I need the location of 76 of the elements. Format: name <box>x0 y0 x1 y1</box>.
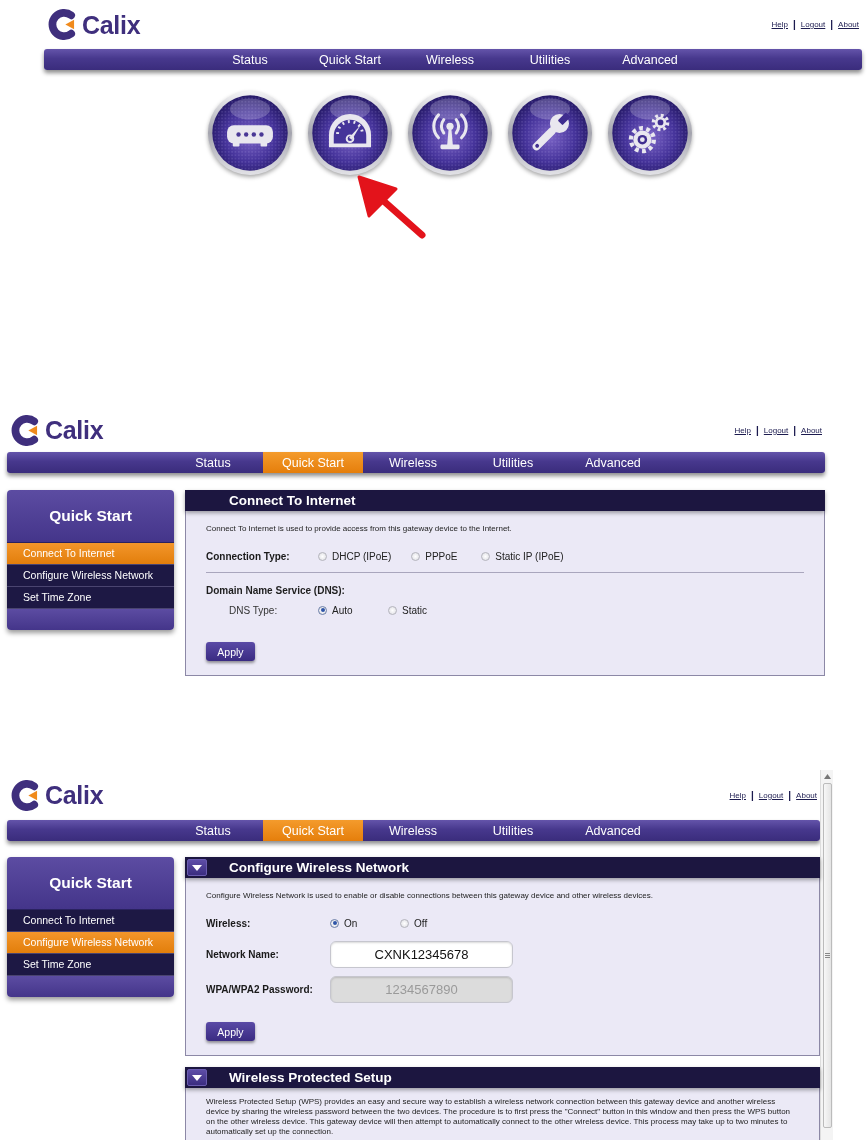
sidebar-item[interactable]: Connect To Internet <box>7 910 174 932</box>
header-link[interactable]: Help <box>729 790 746 800</box>
radio-button[interactable] <box>330 918 339 928</box>
panel-description: Connect To Internet is used to provide access from this gateway device to the Internet. <box>206 524 513 534</box>
radio-button[interactable] <box>411 551 421 561</box>
header-link[interactable]: About <box>796 790 817 800</box>
nav-tab[interactable]: Advanced <box>600 49 700 70</box>
logo-text: Calix <box>82 9 141 40</box>
link-separator: | <box>788 789 792 801</box>
scrollbar-thumb[interactable] <box>822 783 832 1128</box>
nav-tab[interactable]: Utilities <box>463 452 563 473</box>
text-field[interactable]: CXNK12345678 <box>330 941 513 968</box>
nav-tab[interactable]: Wireless <box>400 49 500 70</box>
radio-label: PPPoE <box>425 550 458 562</box>
sidebar-title: Quick Start <box>7 857 174 910</box>
nav-tab[interactable]: Utilities <box>500 49 600 70</box>
radio-label: Static <box>402 604 427 616</box>
nav-tab[interactable]: Wireless <box>363 820 463 841</box>
header-link[interactable]: Logout <box>763 425 789 435</box>
radio-button[interactable] <box>318 551 327 561</box>
nav-tab[interactable]: Advanced <box>563 820 663 841</box>
sidebar-title: Quick Start <box>7 490 174 543</box>
nav-tab[interactable]: Quick Start <box>300 49 400 70</box>
nav-tab[interactable]: Status <box>163 820 263 841</box>
collapse-button[interactable] <box>187 1069 207 1086</box>
apply-button[interactable]: Apply <box>206 642 255 661</box>
header-link[interactable]: Logout <box>758 790 784 800</box>
field-label: WPA/WPA2 Password: <box>206 984 314 995</box>
link-separator: | <box>793 424 797 436</box>
sidebar-item[interactable]: Set Time Zone <box>7 954 174 976</box>
panel-title: Wireless Protected Setup <box>229 1070 392 1085</box>
logo-text: Calix <box>45 780 104 810</box>
header-link[interactable]: About <box>838 20 859 29</box>
nav-tab[interactable]: Utilities <box>463 820 563 841</box>
field-label: Connection Type: <box>206 550 291 562</box>
radio-label: DHCP (IPoE) <box>332 550 392 562</box>
nav-tab[interactable]: Status <box>163 452 263 473</box>
nav-tab[interactable]: Advanced <box>563 452 663 473</box>
radio-button[interactable] <box>400 918 409 928</box>
section-heading: Domain Name Service (DNS): <box>206 583 346 598</box>
panel-title: Configure Wireless Network <box>229 860 409 875</box>
radio-label: Auto <box>332 604 353 616</box>
header-link[interactable]: Help <box>771 20 788 29</box>
gears-icon[interactable] <box>607 90 693 176</box>
link-separator: | <box>756 424 759 436</box>
field-label: Wireless: <box>206 917 252 929</box>
gauge-icon[interactable] <box>307 90 393 176</box>
header-link[interactable]: About <box>801 425 822 435</box>
nav-tab[interactable]: Status <box>200 49 300 70</box>
radio-button[interactable] <box>388 605 397 615</box>
radio-label: Off <box>414 917 428 929</box>
sidebar-item[interactable]: Configure Wireless Network <box>7 565 174 587</box>
scroll-up-icon[interactable] <box>823 774 831 779</box>
router-icon[interactable] <box>207 90 293 176</box>
link-separator: | <box>830 19 834 30</box>
nav-tab[interactable]: Wireless <box>363 452 463 473</box>
panel-description: Configure Wireless Network is used to enable or disable connections between this gateway device and other wireless devices. <box>206 891 654 901</box>
collapse-button[interactable] <box>187 859 207 876</box>
radio-button[interactable] <box>318 605 327 615</box>
panel-description: Wireless Protected Setup (WPS) provides an easy and secure way to establish a wireless network connection between this gateway device and another wireless device by sharing the wireless password between the two devices. The procedure is to first press the "Connect" button in this window and then press the WPS button on the other wireless device. This gateway device will then attempt to automatically connect to the other wireless device. This process may take up to two minutes to automatically set up the connection. <box>206 1097 792 1137</box>
grip-icon <box>824 953 830 958</box>
header-link[interactable]: Help <box>734 425 751 435</box>
link-separator: | <box>751 789 754 801</box>
header-link[interactable]: Logout <box>800 20 826 29</box>
field-label: Network Name: <box>206 949 280 960</box>
apply-button[interactable]: Apply <box>206 1022 255 1041</box>
antenna-icon[interactable] <box>407 90 493 176</box>
logo-text: Calix <box>45 415 104 445</box>
panel-title: Connect To Internet <box>229 493 356 508</box>
radio-button[interactable] <box>481 551 491 561</box>
radio-label: On <box>344 917 358 929</box>
field-label: DNS Type: <box>228 604 279 616</box>
radio-label: Static IP (IPoE) <box>495 550 564 562</box>
link-separator: | <box>793 19 796 30</box>
wrench-icon[interactable] <box>507 90 593 176</box>
sidebar-item[interactable]: Set Time Zone <box>7 587 174 609</box>
